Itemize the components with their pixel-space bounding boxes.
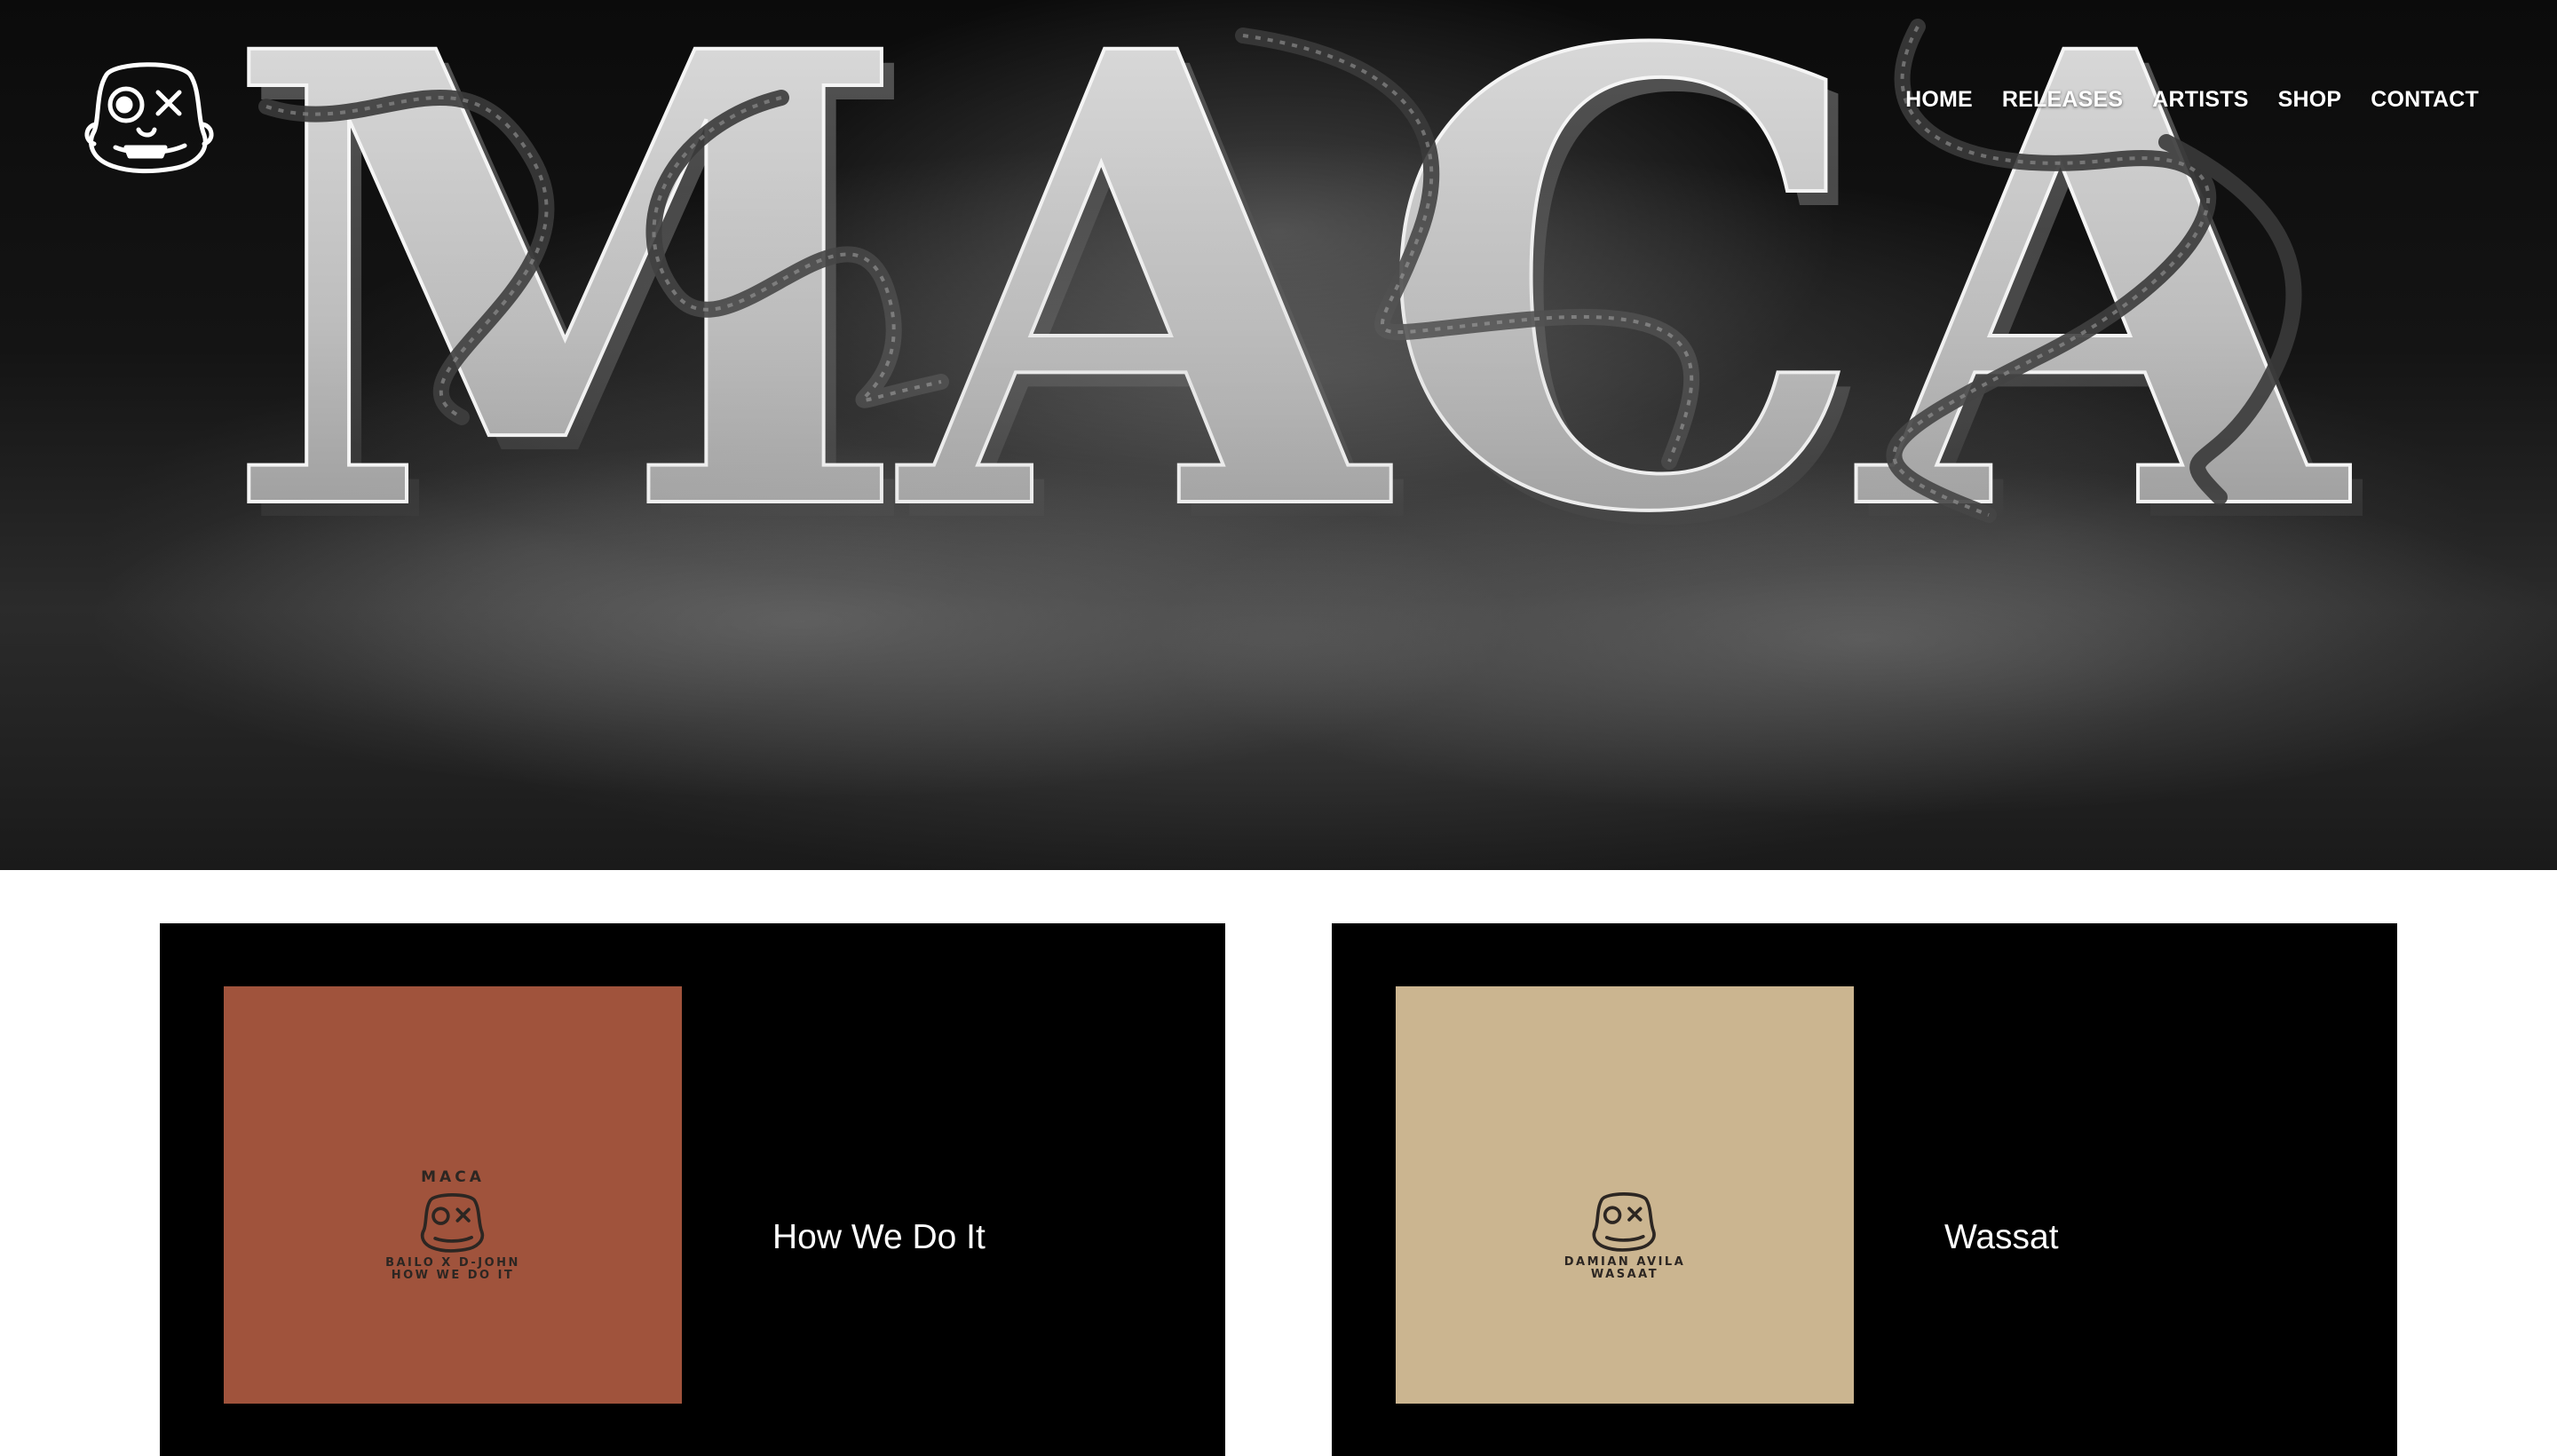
release-cover[interactable]: DAMIAN AVILA WASAAT xyxy=(1396,986,1854,1404)
main-nav: HOME RELEASES ARTISTS SHOP CONTACT xyxy=(1905,87,2479,113)
nav-releases-link[interactable]: RELEASES xyxy=(2002,87,2123,113)
cover-label-brand: MACA xyxy=(421,1168,485,1186)
cover-label-credits: DAMIAN AVILA WASAAT xyxy=(1563,1255,1686,1281)
hero-banner: MACA MACA xyxy=(0,0,2557,870)
nav-home-link[interactable]: HOME xyxy=(1905,87,1973,113)
skull-face-icon xyxy=(420,1193,485,1253)
skull-face-logo-icon[interactable] xyxy=(80,55,218,179)
nav-shop-link[interactable]: SHOP xyxy=(2278,87,2342,113)
cover-artwork: MACA BAILO X D-JOHN HOW WE DO IT xyxy=(385,1168,520,1282)
release-card-how-we-do-it[interactable]: MACA BAILO X D-JOHN HOW WE DO IT How We … xyxy=(160,923,1225,1456)
skull-face-icon xyxy=(1592,1192,1657,1252)
cover-artwork: DAMIAN AVILA WASAAT xyxy=(1564,1189,1686,1281)
nav-contact-link[interactable]: CONTACT xyxy=(2371,87,2479,113)
cover-label-credits: BAILO X D-JOHN HOW WE DO IT xyxy=(385,1256,520,1282)
release-title[interactable]: Wassat xyxy=(1944,1218,2059,1257)
release-title[interactable]: How We Do It xyxy=(772,1218,986,1257)
hero-maca-artwork: MACA MACA xyxy=(89,0,2557,817)
nav-artists-link[interactable]: ARTISTS xyxy=(2152,87,2248,113)
release-card-wassat[interactable]: DAMIAN AVILA WASAAT Wassat xyxy=(1332,923,2397,1456)
release-cover[interactable]: MACA BAILO X D-JOHN HOW WE DO IT xyxy=(224,986,682,1404)
